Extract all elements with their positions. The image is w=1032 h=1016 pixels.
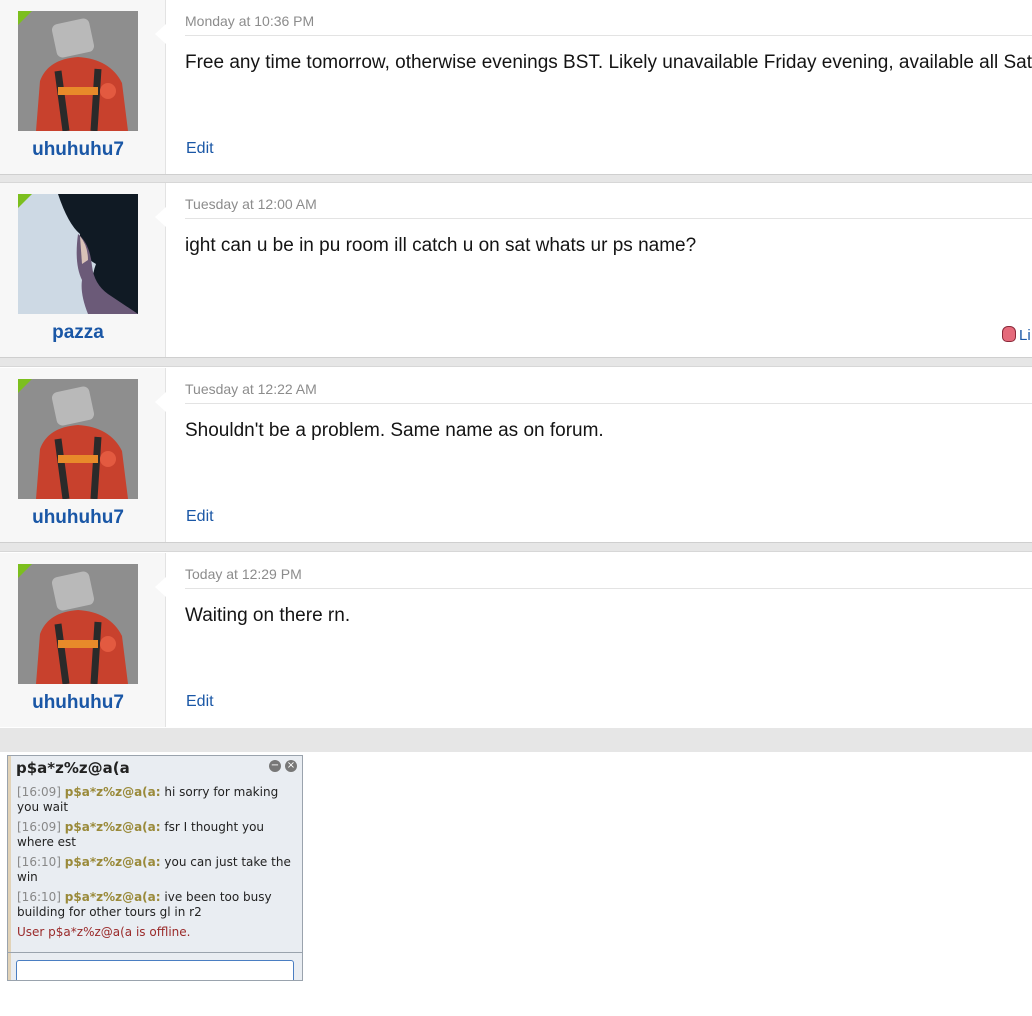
- divider: [185, 218, 1032, 219]
- avatar[interactable]: [18, 11, 138, 131]
- divider: [185, 35, 1032, 36]
- post: uhuhuhu7 Monday at 10:36 PM Free any tim…: [0, 0, 1032, 174]
- close-icon[interactable]: ×: [285, 760, 297, 772]
- post-username[interactable]: uhuhuhu7: [0, 692, 156, 714]
- post-arrow: [155, 577, 166, 597]
- post-arrow: [155, 392, 166, 412]
- post-date[interactable]: Tuesday at 12:00 AM: [185, 196, 317, 212]
- post-message: ight can u be in pu room ill catch u on …: [185, 235, 697, 256]
- chat-title[interactable]: p$a*z%z@a(a: [16, 759, 130, 777]
- chat-message: [16:09] p$a*z%z@a(a: hi sorry for making…: [17, 785, 297, 815]
- avatar-image-robot: [18, 379, 138, 499]
- post: uhuhuhu7 Today at 12:29 PM Waiting on th…: [0, 553, 1032, 727]
- chat-sender[interactable]: p$a*z%z@a(a:: [65, 855, 161, 869]
- post-arrow: [155, 207, 166, 227]
- post-username[interactable]: uhuhuhu7: [0, 507, 156, 529]
- online-indicator: [18, 379, 32, 393]
- divider: [185, 403, 1032, 404]
- edit-link[interactable]: Edit: [186, 508, 214, 526]
- chat-timestamp: [16:09]: [17, 820, 61, 834]
- chat-timestamp: [16:10]: [17, 855, 61, 869]
- post-arrow: [155, 24, 166, 44]
- chat-message: [16:10] p$a*z%z@a(a: you can just take t…: [17, 855, 297, 885]
- chat-input[interactable]: [16, 960, 294, 980]
- heart-icon: [1002, 326, 1016, 342]
- post-message: Waiting on there rn.: [185, 605, 351, 626]
- like-button[interactable]: Li: [1002, 326, 1031, 344]
- chat-message: [16:10] p$a*z%z@a(a: ive been too busy b…: [17, 890, 297, 920]
- chat-window: p$a*z%z@a(a − × [16:09] p$a*z%z@a(a: hi …: [7, 755, 303, 981]
- online-indicator: [18, 564, 32, 578]
- like-label: Li: [1019, 327, 1031, 344]
- avatar-image-robot: [18, 11, 138, 131]
- post-date[interactable]: Today at 12:29 PM: [185, 566, 302, 582]
- post: uhuhuhu7 Tuesday at 12:22 AM Shouldn't b…: [0, 368, 1032, 542]
- post-message: Free any time tomorrow, otherwise evenin…: [185, 52, 1032, 73]
- post-date[interactable]: Tuesday at 12:22 AM: [185, 381, 317, 397]
- avatar-image-robot: [18, 564, 138, 684]
- post-username[interactable]: uhuhuhu7: [0, 139, 156, 161]
- online-indicator: [18, 194, 32, 208]
- post-separator: [0, 542, 1032, 552]
- online-indicator: [18, 11, 32, 25]
- chat-status: User p$a*z%z@a(a is offline.: [17, 925, 191, 939]
- chat-message: [16:09] p$a*z%z@a(a: fsr I thought you w…: [17, 820, 297, 850]
- avatar[interactable]: [18, 194, 138, 314]
- post-separator: [0, 357, 1032, 367]
- avatar[interactable]: [18, 379, 138, 499]
- minimize-icon[interactable]: −: [269, 760, 281, 772]
- post-separator: [0, 174, 1032, 183]
- post-username[interactable]: pazza: [0, 322, 156, 344]
- chat-log: [16:09] p$a*z%z@a(a: hi sorry for making…: [17, 785, 297, 945]
- chat-sender[interactable]: p$a*z%z@a(a:: [65, 890, 161, 904]
- avatar-image-anime: [18, 194, 138, 314]
- chat-divider: [8, 952, 302, 953]
- chat-timestamp: [16:09]: [17, 785, 61, 799]
- divider: [185, 588, 1032, 589]
- post-date[interactable]: Monday at 10:36 PM: [185, 13, 314, 29]
- post: pazza Tuesday at 12:00 AM ight can u be …: [0, 183, 1032, 357]
- edit-link[interactable]: Edit: [186, 140, 214, 158]
- post-message: Shouldn't be a problem. Same name as on …: [185, 420, 604, 441]
- avatar[interactable]: [18, 564, 138, 684]
- chat-timestamp: [16:10]: [17, 890, 61, 904]
- edit-link[interactable]: Edit: [186, 693, 214, 711]
- thread-footer: [0, 728, 1032, 752]
- chat-background: [8, 756, 11, 980]
- chat-sender[interactable]: p$a*z%z@a(a:: [65, 785, 161, 799]
- chat-sender[interactable]: p$a*z%z@a(a:: [65, 820, 161, 834]
